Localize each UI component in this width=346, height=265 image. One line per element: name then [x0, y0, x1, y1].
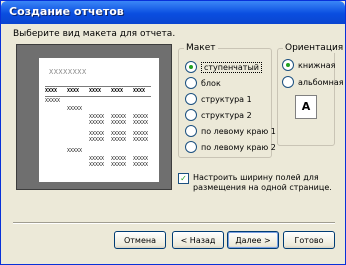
radio-label: блок	[201, 78, 221, 88]
report-wizard-window: Создание отчетов Выберите вид макета для…	[0, 0, 346, 265]
layout-group: Макет ступенчатый блок структура 1 струк…	[178, 43, 276, 158]
preview-group-cell: XXXXX	[45, 98, 61, 104]
radio-outline-2[interactable]: структура 2	[185, 108, 252, 122]
radio-circle[interactable]	[185, 77, 197, 89]
portrait-page-icon: A	[295, 95, 317, 119]
radio-align-left-2[interactable]: по левому краю 2	[185, 140, 276, 154]
preview-detail-cell: XXXXX	[89, 137, 105, 143]
radio-circle[interactable]	[185, 93, 197, 105]
radio-label: альбомная	[298, 77, 344, 87]
orientation-group-label: Ориентация	[283, 43, 346, 53]
preview-detail-cell: XXXXX	[111, 137, 127, 143]
radio-circle[interactable]	[185, 141, 197, 153]
layout-group-label: Макет	[184, 43, 218, 53]
radio-label: структура 1	[201, 94, 252, 104]
radio-circle[interactable]	[185, 109, 197, 121]
next-button[interactable]: Далее >	[227, 231, 279, 249]
fit-fields-checkbox[interactable]: Настроить ширину полей для размещения на…	[178, 173, 333, 193]
preview-separator	[45, 96, 151, 97]
preview-group-cell: XXXXX	[67, 106, 83, 112]
window-title: Создание отчетов	[9, 5, 124, 18]
preview-title: XXXXXXXX	[49, 68, 87, 76]
radio-label: структура 2	[201, 110, 252, 120]
radio-outline-1[interactable]: структура 1	[185, 92, 252, 106]
preview-detail-cell: XXXXX	[89, 162, 105, 168]
preview-detail-cell: XXXXX	[133, 120, 149, 126]
checkbox-label: Настроить ширину полей для размещения на…	[193, 173, 332, 192]
radio-align-left-1[interactable]: по левому краю 1	[185, 124, 276, 138]
preview-detail-cell: XXXXX	[89, 120, 105, 126]
cancel-button[interactable]: Отмена	[114, 231, 166, 249]
button-divider	[13, 222, 335, 224]
preview-header-cell: XXXX	[111, 88, 124, 94]
radio-circle[interactable]	[282, 76, 294, 88]
back-button[interactable]: < Назад	[172, 231, 224, 249]
preview-header-cell: XXXX	[67, 88, 80, 94]
preview-detail-cell: XXXXX	[133, 162, 149, 168]
preview-detail-cell: XXXXX	[111, 120, 127, 126]
preview-page: XXXXXXXX XXXX XXXX XXXX XXXX XXXX XXXXX …	[39, 58, 159, 182]
radio-landscape[interactable]: альбомная	[282, 75, 344, 89]
radio-circle[interactable]	[185, 61, 197, 73]
preview-detail-cell: XXXXX	[111, 162, 127, 168]
radio-circle[interactable]	[185, 125, 197, 137]
finish-button[interactable]: Готово	[283, 231, 335, 249]
preview-header-cell: XXXX	[45, 88, 58, 94]
preview-header-cell: XXXX	[89, 88, 102, 94]
preview-separator	[45, 86, 151, 87]
preview-detail-cell: XXXXX	[133, 137, 149, 143]
radio-portrait[interactable]: книжная	[282, 58, 335, 72]
wizard-body: Выберите вид макета для отчета. XXXXXXXX…	[4, 24, 346, 262]
radio-block[interactable]: блок	[185, 76, 221, 90]
radio-label: ступенчатый	[201, 61, 262, 73]
checkbox-box[interactable]	[178, 173, 189, 184]
preview-group-cell: XXXXX	[67, 148, 83, 154]
radio-stepped[interactable]: ступенчатый	[185, 60, 262, 74]
title-bar[interactable]: Создание отчетов	[1, 1, 345, 24]
radio-circle[interactable]	[282, 59, 294, 71]
orientation-group: Ориентация книжная альбомная A	[277, 43, 346, 146]
instruction-text: Выберите вид макета для отчета.	[13, 29, 176, 39]
radio-label: по левому краю 2	[201, 142, 276, 152]
radio-label: книжная	[298, 60, 336, 70]
layout-preview: XXXXXXXX XXXX XXXX XXXX XXXX XXXX XXXXX …	[16, 44, 172, 190]
radio-label: по левому краю 1	[201, 126, 276, 136]
preview-header-cell: XXXX	[133, 88, 146, 94]
